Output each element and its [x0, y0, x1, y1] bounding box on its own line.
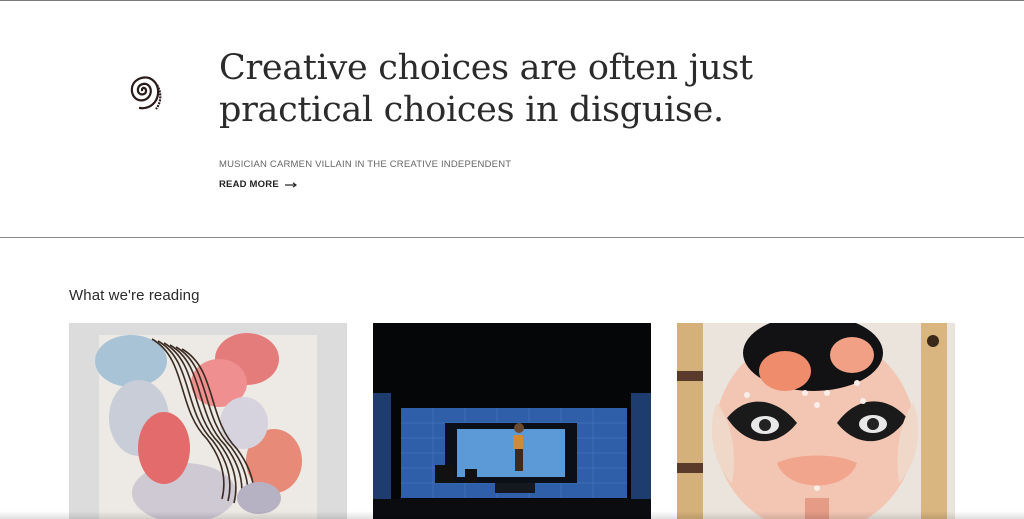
reading-card-1[interactable] [69, 323, 347, 519]
section-divider [0, 237, 1024, 238]
reading-section-title: What we're reading [69, 287, 200, 304]
bottom-edge-shadow [0, 511, 1024, 519]
quote-attribution: MUSICIAN CARMEN VILLAIN IN THE CREATIVE … [219, 159, 512, 170]
stage-performance-image [373, 323, 651, 519]
arrow-right-icon [284, 181, 297, 188]
featured-quote: Creative choices are often just practica… [219, 48, 753, 130]
reading-card-2[interactable] [373, 323, 651, 519]
reading-card-3[interactable] [677, 323, 955, 519]
spiral-icon [130, 76, 162, 110]
read-more-link[interactable]: READ MORE [219, 179, 297, 190]
face-mask-portrait-image [677, 323, 955, 519]
read-more-label: READ MORE [219, 179, 279, 190]
featured-quote-section: Creative choices are often just practica… [0, 1, 1024, 237]
abstract-painting-image [69, 323, 347, 519]
